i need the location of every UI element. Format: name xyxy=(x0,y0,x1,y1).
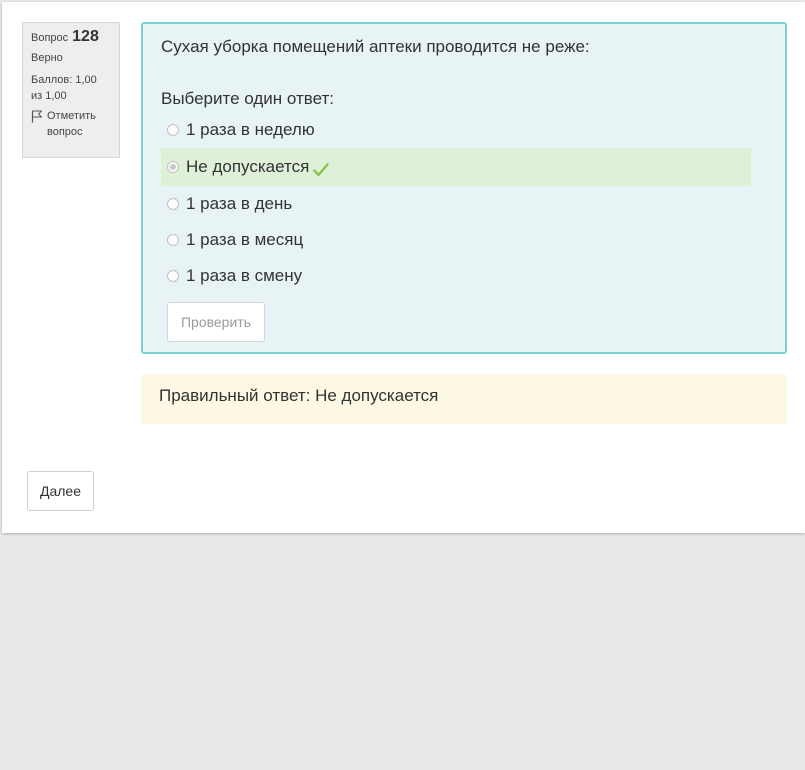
question-number-row: Вопрос 128 xyxy=(31,29,111,46)
answer-options: 1 раза в неделю Не допускается 1 раза в … xyxy=(161,112,751,294)
question-number: 128 xyxy=(72,28,99,45)
answer-prompt: Выберите один ответ: xyxy=(161,89,334,108)
question-text: Сухая уборка помещений аптеки проводится… xyxy=(161,37,590,56)
radio-button[interactable] xyxy=(167,234,179,246)
question-info-panel: Вопрос 128 Верно Баллов: 1,00 из 1,00 От… xyxy=(22,22,120,158)
answer-option-label: Не допускается xyxy=(186,157,310,176)
check-icon xyxy=(313,163,330,177)
flag-label: Отметить вопрос xyxy=(47,110,96,138)
answer-option[interactable]: 1 раза в смену xyxy=(161,258,751,294)
question-grade: Баллов: 1,00 из 1,00 xyxy=(31,74,97,102)
answer-option[interactable]: 1 раза в день xyxy=(161,186,751,222)
radio-button-selected[interactable] xyxy=(167,161,179,173)
question-label: Вопрос xyxy=(31,32,69,44)
radio-button[interactable] xyxy=(167,270,179,282)
answer-option-label: 1 раза в неделю xyxy=(186,120,315,139)
answer-option-label: 1 раза в смену xyxy=(186,266,303,285)
question-state: Верно xyxy=(31,52,63,64)
answer-option[interactable]: 1 раза в месяц xyxy=(161,222,751,258)
flag-question-link[interactable]: Отметить вопрос xyxy=(31,108,111,140)
answer-option-correct[interactable]: Не допускается xyxy=(161,148,751,186)
answer-option[interactable]: 1 раза в неделю xyxy=(161,112,751,148)
answer-option-label: 1 раза в месяц xyxy=(186,230,304,249)
next-button[interactable]: Далее xyxy=(27,471,94,511)
check-button[interactable]: Проверить xyxy=(167,302,265,342)
radio-button[interactable] xyxy=(167,124,179,136)
page-container: Вопрос 128 Верно Баллов: 1,00 из 1,00 От… xyxy=(2,2,805,533)
flag-icon xyxy=(31,110,42,123)
answer-option-label: 1 раза в день xyxy=(186,194,293,213)
question-formulation: Сухая уборка помещений аптеки проводится… xyxy=(141,22,787,354)
radio-button[interactable] xyxy=(167,198,179,210)
right-answer-feedback: Правильный ответ: Не допускается xyxy=(141,374,787,424)
